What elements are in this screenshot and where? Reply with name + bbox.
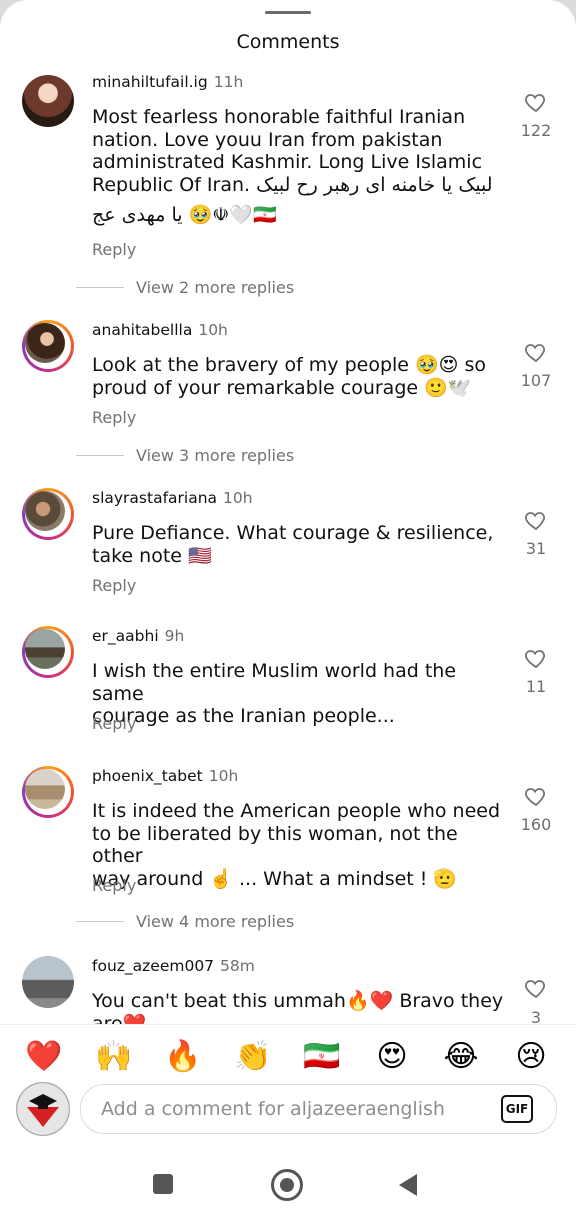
like-count: 122 bbox=[520, 121, 552, 140]
like-button[interactable] bbox=[524, 784, 548, 808]
avatar[interactable] bbox=[22, 75, 74, 127]
sheet-title: Comments bbox=[236, 31, 340, 53]
reply-button[interactable]: Reply bbox=[92, 408, 136, 427]
comment-text-line: courage as the Iranian people... bbox=[92, 705, 395, 727]
like-button[interactable] bbox=[524, 976, 548, 1000]
avatar[interactable] bbox=[22, 766, 74, 818]
comment-text: I wish the entire Muslim world had the s… bbox=[92, 660, 504, 728]
comment-composer: GIF bbox=[80, 1084, 557, 1134]
emoji-clapping-hands[interactable]: 👏 bbox=[233, 1040, 273, 1074]
comment-text-line: to be liberated by this woman, not the o… bbox=[92, 822, 458, 868]
like-button[interactable] bbox=[524, 508, 548, 532]
comment-time: 58m bbox=[220, 957, 255, 975]
view-more-replies[interactable]: View 4 more replies bbox=[76, 912, 294, 931]
emoji-reaction-bar bbox=[0, 1024, 576, 1087]
comment-text-line: are❤️ bbox=[92, 1012, 147, 1025]
username[interactable]: phoenix_tabet 10h bbox=[92, 767, 238, 785]
comment-text: Pure Defiance. What courage & resilience… bbox=[92, 522, 504, 567]
system-nav-bar bbox=[0, 1150, 576, 1217]
reply-button[interactable]: Reply bbox=[92, 576, 136, 595]
comment-text-line: take note 🇺🇸 bbox=[92, 544, 212, 567]
like-count: 3 bbox=[530, 1008, 542, 1024]
comment-text-line: I wish the entire Muslim world had the s… bbox=[92, 660, 457, 705]
comment-text-line: administrated Kashmir. Long Live Islamic bbox=[92, 151, 483, 173]
emoji-heart-eyes[interactable]: 😍 bbox=[372, 1040, 412, 1074]
username[interactable]: slayrastafariana 10h bbox=[92, 489, 253, 507]
comment-text: Most fearless honorable faithful Iranian… bbox=[92, 106, 504, 227]
comment-text: It is indeed the American people who nee… bbox=[92, 800, 504, 890]
like-button[interactable] bbox=[524, 340, 548, 364]
back-icon[interactable] bbox=[399, 1174, 417, 1196]
avatar[interactable] bbox=[22, 626, 74, 678]
reply-button[interactable]: Reply bbox=[92, 240, 136, 259]
my-avatar bbox=[16, 1082, 70, 1136]
comment-time: 10h bbox=[208, 767, 239, 785]
like-count: 107 bbox=[520, 371, 552, 390]
heart-outline-icon bbox=[525, 94, 545, 113]
reply-button[interactable]: Reply bbox=[92, 714, 136, 733]
comment-text-line: You can't beat this ummah🔥❤️ Bravo they bbox=[92, 990, 504, 1012]
comment-text-line: way around ☝️ ... What a mindset ! 🫡 bbox=[92, 867, 458, 890]
gif-button[interactable]: GIF bbox=[501, 1095, 533, 1123]
comment-time: 10h bbox=[198, 321, 228, 339]
comments-list[interactable]: minahiltufail.ig 11h Most fearless honora… bbox=[0, 64, 576, 1024]
emoji-crying-face[interactable]: 😢 bbox=[511, 1040, 551, 1074]
divider bbox=[76, 455, 124, 456]
comment-text-line: proud of your remarkable courage 🙂🕊️ bbox=[92, 376, 472, 399]
comment-input[interactable] bbox=[99, 1085, 493, 1133]
view-more-replies[interactable]: View 2 more replies bbox=[76, 278, 294, 297]
divider bbox=[76, 921, 124, 922]
emoji-iran-flag[interactable]: 🇮🇷 bbox=[302, 1040, 342, 1074]
emoji-fire[interactable]: 🔥 bbox=[163, 1040, 203, 1074]
graduation-cap-avatar-icon bbox=[17, 1083, 69, 1135]
heart-outline-icon bbox=[525, 650, 545, 669]
username[interactable]: er_aabhi 9h bbox=[92, 627, 184, 645]
username[interactable]: anahitabellla 10h bbox=[92, 321, 228, 339]
like-count: 160 bbox=[520, 815, 552, 834]
like-button[interactable] bbox=[524, 646, 548, 670]
comment-time: 10h bbox=[223, 489, 253, 507]
avatar[interactable] bbox=[22, 320, 74, 372]
emoji-raising-hands[interactable]: 🙌 bbox=[94, 1040, 134, 1074]
comment-time: 9h bbox=[164, 627, 185, 645]
comment-text: Look at the bravery of my people 🥹😍 so p… bbox=[92, 354, 504, 399]
comment-text-line: Look at the bravery of my people 🥹😍 so bbox=[92, 354, 487, 376]
drag-handle[interactable] bbox=[265, 11, 311, 14]
heart-outline-icon bbox=[525, 980, 545, 999]
heart-outline-icon bbox=[525, 512, 545, 531]
username[interactable]: fouz_azeem007 58m bbox=[92, 957, 255, 975]
comment-text-line: 🇮🇷🤍☫🥹 یا مهدی عج bbox=[92, 204, 277, 226]
like-count: 11 bbox=[525, 677, 547, 696]
comment-text-line: Most fearless honorable faithful Iranian bbox=[92, 106, 466, 128]
comment-time: 11h bbox=[213, 73, 244, 91]
emoji-tears-of-joy[interactable]: 😂 bbox=[441, 1040, 481, 1074]
like-count: 31 bbox=[525, 539, 547, 558]
avatar[interactable] bbox=[22, 956, 74, 1008]
username[interactable]: minahiltufail.ig 11h bbox=[92, 73, 243, 91]
comments-sheet: Comments minahiltufail.ig 11h Most fearle… bbox=[0, 0, 576, 1217]
comment-text-line: Republic Of Iran. لبیک یا خامنه ای رهبر … bbox=[92, 173, 493, 196]
divider bbox=[76, 287, 124, 288]
heart-outline-icon bbox=[525, 788, 545, 807]
avatar[interactable] bbox=[22, 488, 74, 540]
comment-text-line: Pure Defiance. What courage & resilience… bbox=[92, 522, 494, 544]
comment-text-line: It is indeed the American people who nee… bbox=[92, 800, 501, 822]
view-more-replies[interactable]: View 3 more replies bbox=[76, 446, 294, 465]
comment-text: You can't beat this ummah🔥❤️ Bravo they … bbox=[92, 990, 504, 1024]
reply-button[interactable]: Reply bbox=[92, 876, 136, 895]
emoji-red-heart[interactable]: ❤️ bbox=[24, 1040, 64, 1074]
home-icon[interactable] bbox=[271, 1169, 303, 1201]
heart-outline-icon bbox=[525, 344, 545, 363]
like-button[interactable] bbox=[524, 90, 548, 114]
recents-icon[interactable] bbox=[153, 1174, 173, 1194]
comment-text-line: nation. Love youu Iran from pakistan bbox=[92, 128, 443, 151]
